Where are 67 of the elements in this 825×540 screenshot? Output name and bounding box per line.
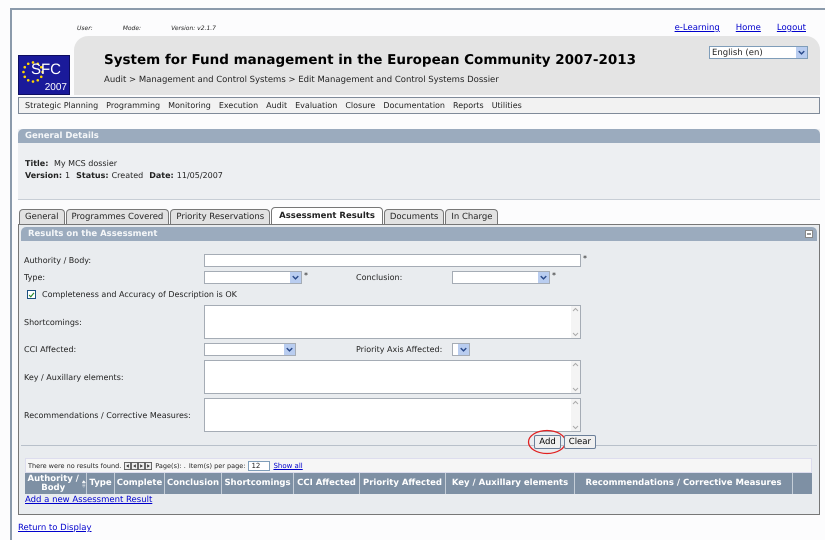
tab[interactable]: In Charge bbox=[445, 209, 498, 224]
detail-value: 11/05/2007 bbox=[176, 171, 223, 180]
menu-item[interactable]: Audit bbox=[266, 101, 288, 110]
field-label: Conclusion: bbox=[356, 273, 404, 282]
menu-item[interactable]: Reports bbox=[453, 101, 484, 110]
field-label: Priority Axis Affected: bbox=[356, 345, 444, 354]
detail-label: Status: bbox=[76, 171, 109, 180]
required-mark: * bbox=[552, 271, 556, 280]
field-label: Key / Auxillary elements: bbox=[24, 372, 125, 382]
scrollbar-icon bbox=[571, 306, 580, 338]
tab[interactable]: Priority Reservations bbox=[170, 209, 270, 224]
input-field[interactable] bbox=[204, 254, 581, 267]
select-field[interactable] bbox=[452, 343, 470, 356]
form-button[interactable]: Clear bbox=[564, 435, 596, 449]
dropdown-icon bbox=[290, 272, 301, 283]
menu-item[interactable]: Programming bbox=[106, 101, 160, 110]
field-label: CCI Affected: bbox=[24, 345, 78, 354]
app-title: System for Fund management in the European Community 2007-2013 bbox=[104, 52, 636, 68]
header-link[interactable]: Home bbox=[736, 23, 761, 33]
sort-icon[interactable] bbox=[82, 478, 86, 488]
checkbox[interactable] bbox=[27, 290, 36, 299]
menu-item[interactable]: Utilities bbox=[492, 101, 522, 110]
add-result-link[interactable]: Add a new Assessment Result bbox=[25, 495, 152, 505]
menu-item[interactable]: Strategic Planning bbox=[25, 101, 98, 110]
menu-item[interactable]: Evaluation bbox=[295, 101, 338, 110]
menu-item[interactable]: Closure bbox=[345, 101, 376, 110]
section-header: General Details bbox=[18, 129, 820, 143]
select-field[interactable] bbox=[204, 271, 302, 284]
required-mark: * bbox=[583, 254, 587, 263]
required-mark: * bbox=[304, 271, 308, 280]
menu-item[interactable]: Monitoring bbox=[168, 101, 211, 110]
dropdown-icon bbox=[538, 272, 549, 283]
minimize-icon[interactable] bbox=[805, 230, 813, 238]
detail-label: Version: bbox=[25, 171, 62, 180]
field-label: Recommendations / Corrective Measures: bbox=[24, 410, 192, 420]
dropdown-icon bbox=[796, 47, 807, 58]
detail-label: Date: bbox=[149, 171, 174, 180]
section-title: Results on the Assessment bbox=[28, 228, 158, 241]
dropdown-icon bbox=[284, 344, 295, 355]
detail-value: Created bbox=[112, 171, 144, 180]
tab[interactable]: General bbox=[19, 209, 64, 224]
menu-item[interactable]: Execution bbox=[218, 101, 258, 110]
field-label: Authority / Body: bbox=[24, 256, 92, 265]
menu-item[interactable]: Documentation bbox=[383, 101, 445, 110]
header-link[interactable]: Logout bbox=[776, 23, 806, 33]
tab[interactable]: Assessment Results bbox=[271, 207, 383, 224]
scrollbar-icon bbox=[571, 399, 580, 431]
detail-value: 1 bbox=[65, 171, 70, 180]
tab[interactable]: Programmes Covered bbox=[66, 209, 170, 224]
scrollbar-icon bbox=[571, 361, 580, 393]
text-area[interactable] bbox=[204, 398, 581, 432]
field-label: Shortcomings: bbox=[24, 318, 83, 326]
language-select[interactable]: English (en) bbox=[709, 46, 808, 59]
select-field[interactable] bbox=[204, 343, 296, 356]
form-button[interactable]: Add bbox=[534, 435, 561, 449]
breadcrumb: Audit > Management and Control Systems > Edit Management and Control Systems Dossier bbox=[104, 75, 500, 85]
select-field[interactable] bbox=[452, 271, 550, 284]
field-label: Type: bbox=[24, 273, 46, 282]
detail-label: Title: bbox=[25, 158, 50, 170]
tab[interactable]: Documents bbox=[384, 209, 444, 224]
logo-text: SFC bbox=[31, 61, 61, 78]
checkbox-label: Completeness and Accuracy of Description is OK bbox=[42, 290, 237, 299]
header-link[interactable]: e-Learning bbox=[674, 23, 720, 33]
dropdown-icon bbox=[458, 344, 469, 355]
return-link[interactable]: Return to Display bbox=[18, 523, 92, 533]
logo-year: 2007 bbox=[44, 82, 67, 93]
detail-value: My MCS dossier bbox=[54, 159, 118, 168]
